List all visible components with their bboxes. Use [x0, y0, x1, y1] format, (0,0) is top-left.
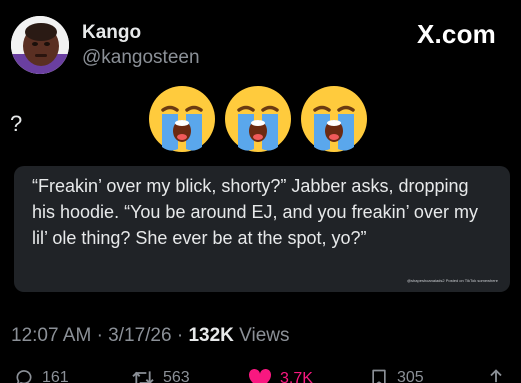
- like-button[interactable]: 3.7K: [248, 368, 313, 383]
- reply-icon: [16, 370, 32, 383]
- like-count: 3.7K: [280, 370, 313, 383]
- tweet-screenshot: Kango @kangosteen X.com ? “Freakin’ over…: [0, 0, 521, 383]
- share-icon: [490, 369, 502, 383]
- display-name[interactable]: Kango: [82, 22, 141, 44]
- bookmark-icon: [372, 369, 386, 383]
- reply-button[interactable]: 161: [14, 368, 69, 383]
- avatar-photo-icon: [11, 16, 69, 74]
- quote-text: “Freakin’ over my blick, shorty?” Jabber…: [32, 176, 478, 248]
- bookmark-button[interactable]: 305: [369, 368, 424, 383]
- emoji-row: [146, 83, 370, 155]
- repost-count: 563: [163, 369, 190, 383]
- action-bar: 161 563 3.7K 305: [0, 362, 521, 383]
- timestamp[interactable]: 12:07 AM: [11, 325, 91, 346]
- user-handle[interactable]: @kangosteen: [82, 47, 200, 69]
- repost-button[interactable]: 563: [131, 368, 190, 383]
- watermark-text: @shapeshoanaiads2 Posted on TikTok somew…: [406, 278, 498, 283]
- views-count: 132K: [188, 325, 234, 346]
- loudly-crying-face-icon: [222, 83, 294, 155]
- meta-separator: ·: [96, 325, 103, 346]
- reply-count: 161: [42, 369, 69, 383]
- bookmark-count: 305: [397, 369, 424, 383]
- brand-label: X.com: [416, 19, 496, 49]
- post-date[interactable]: 3/17/26: [108, 325, 171, 346]
- views-label: Views: [239, 325, 290, 346]
- tweet-meta: 12:07 AM · 3/17/26 · 132K Views: [11, 324, 290, 348]
- tweet-text: ?: [10, 111, 23, 136]
- avatar[interactable]: [11, 16, 69, 74]
- share-button[interactable]: [486, 368, 506, 383]
- quote-card: “Freakin’ over my blick, shorty?” Jabber…: [14, 166, 510, 292]
- heart-icon: [248, 368, 272, 383]
- meta-separator: ·: [176, 325, 184, 346]
- loudly-crying-face-icon: [298, 83, 370, 155]
- repost-icon: [132, 371, 154, 383]
- loudly-crying-face-icon: [146, 83, 218, 155]
